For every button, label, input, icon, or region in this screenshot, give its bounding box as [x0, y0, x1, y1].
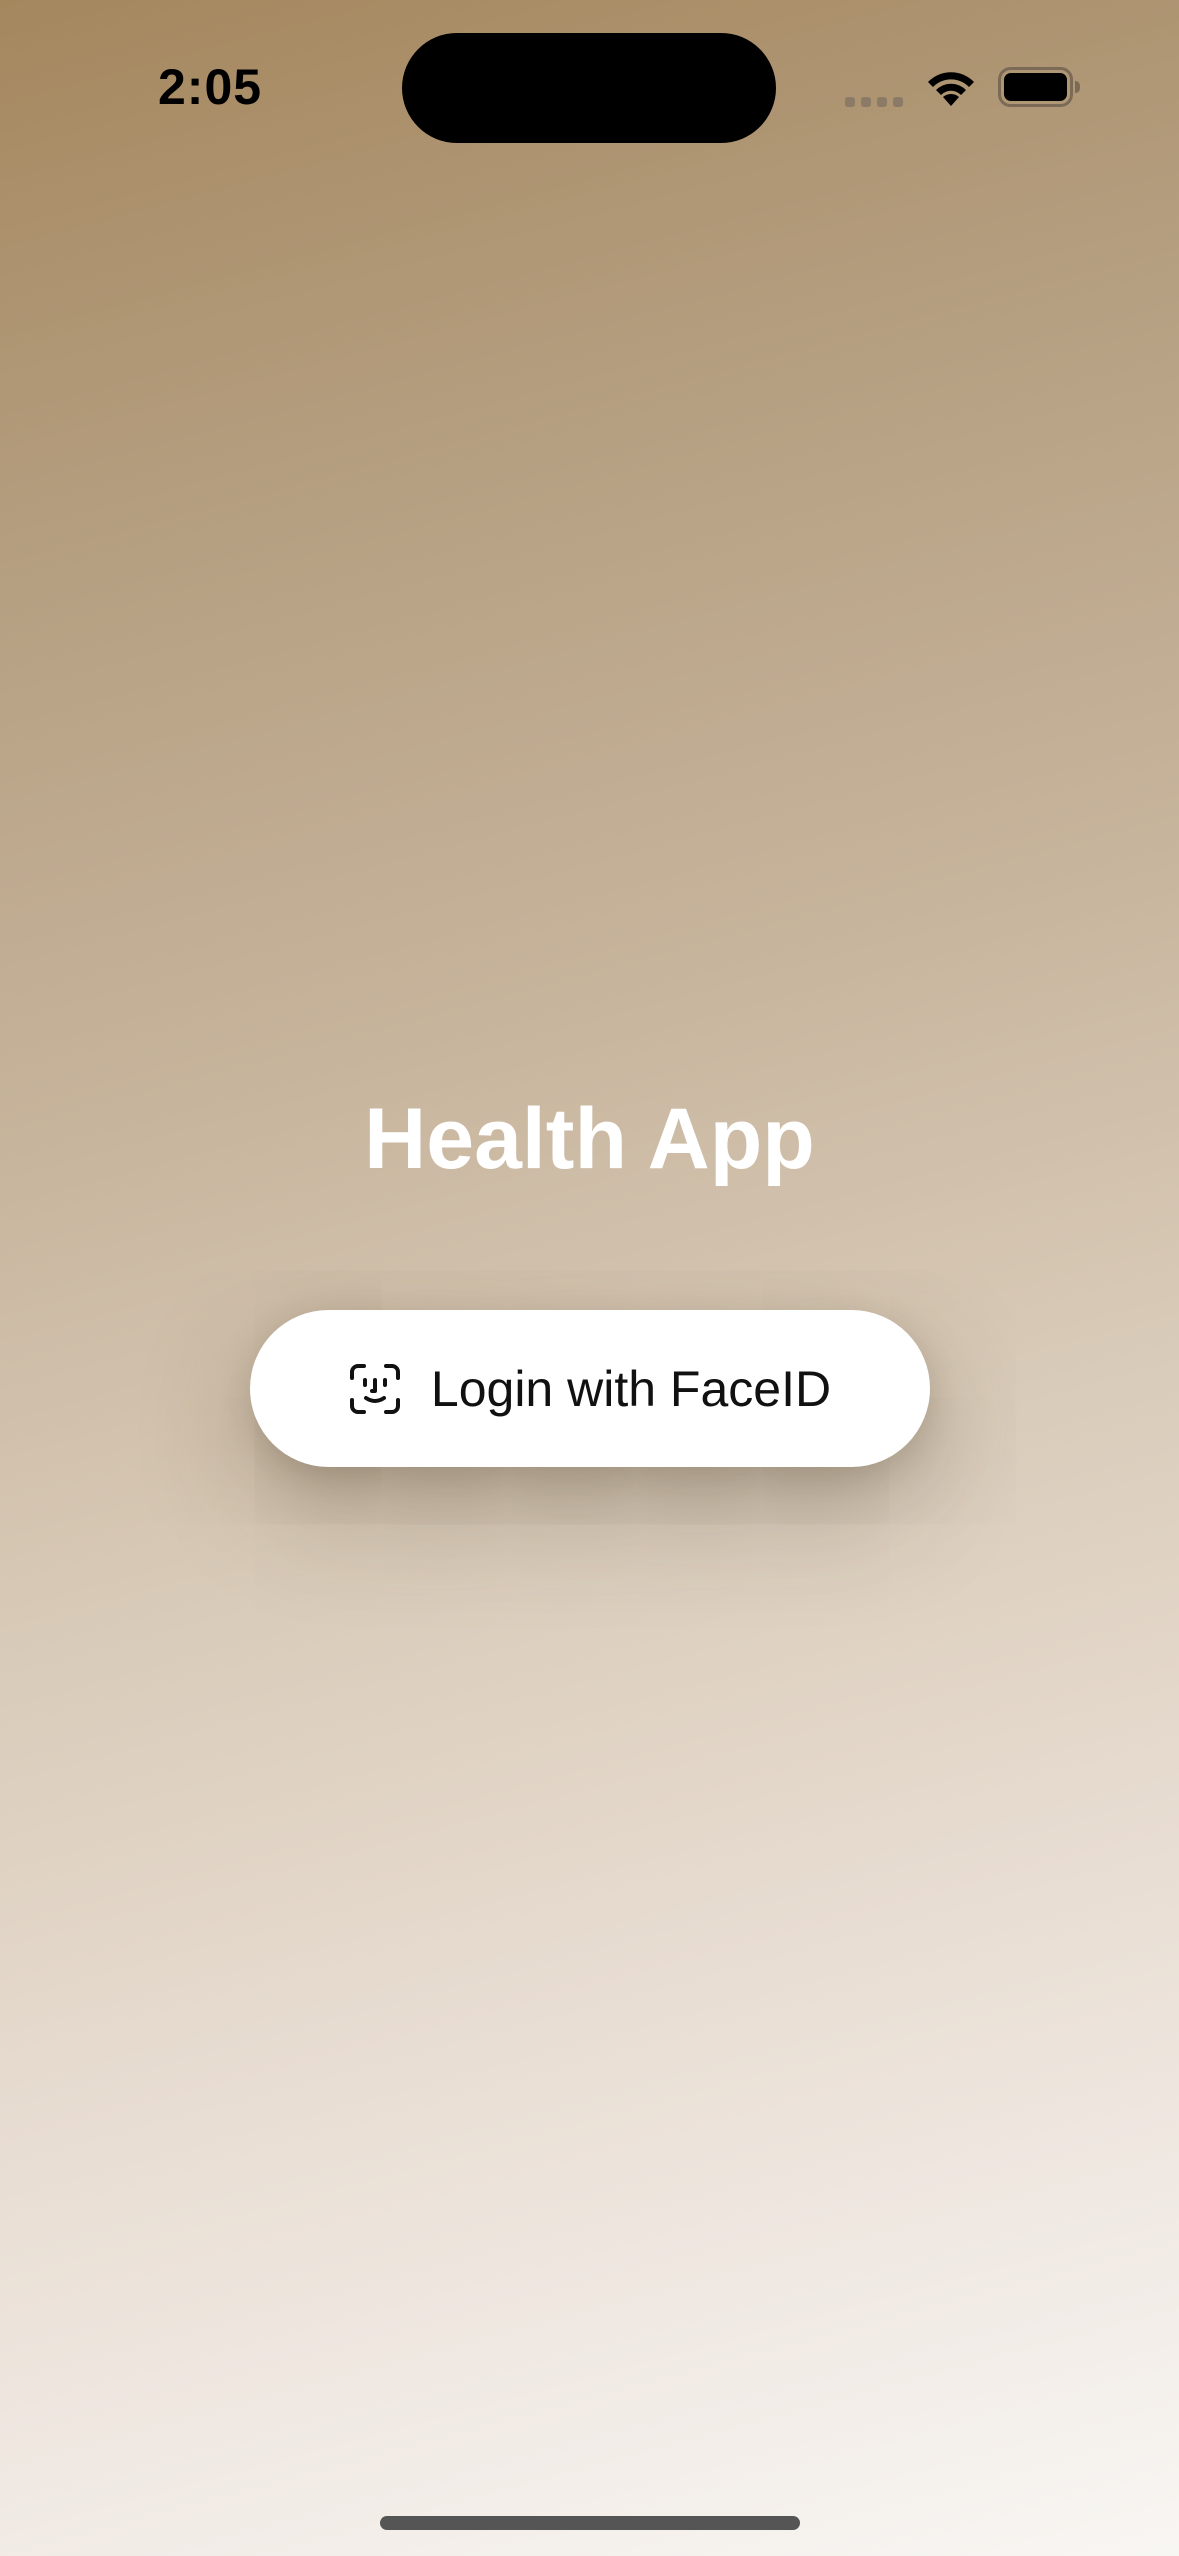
login-button-label: Login with FaceID: [430, 1360, 832, 1417]
dynamic-island: [402, 33, 776, 143]
wifi-icon: [928, 72, 974, 106]
status-time: 2:05: [158, 59, 263, 115]
app-title: Health App: [364, 1091, 815, 1187]
faceid-icon: [349, 1363, 400, 1414]
battery-icon: [998, 67, 1080, 107]
cellular-signal-icon: [845, 97, 903, 107]
status-bar: 2:05: [0, 0, 1179, 150]
login-faceid-button[interactable]: Login with FaceID: [250, 1310, 930, 1467]
home-indicator[interactable]: [380, 2516, 800, 2530]
